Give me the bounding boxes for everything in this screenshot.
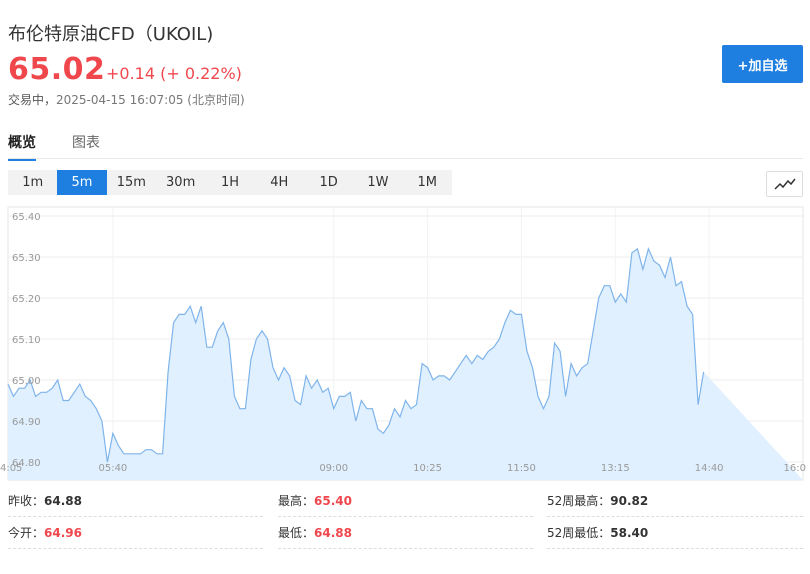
x-tick-label: 11:50: [507, 463, 536, 474]
price-change: +0.14 (+ 0.22%): [106, 64, 242, 83]
last-price: 65.02: [8, 52, 106, 87]
tab-bar: 概览 图表: [8, 128, 803, 161]
x-tick-label: 13:15: [601, 463, 630, 474]
x-tick-label: 09:00: [319, 463, 348, 474]
period-1d[interactable]: 1D: [304, 170, 353, 195]
period-selector: 1m 5m 15m 30m 1H 4H 1D 1W 1M: [8, 170, 452, 195]
period-4h[interactable]: 4H: [255, 170, 304, 195]
period-5m[interactable]: 5m: [57, 170, 107, 195]
trading-status: 交易中，2025-04-15 16:07:05 (北京时间): [8, 91, 245, 108]
period-15m[interactable]: 15m: [107, 170, 156, 195]
period-1w[interactable]: 1W: [353, 170, 402, 195]
stat-label: 今开：: [8, 526, 45, 540]
y-tick-label: 65.40: [12, 212, 41, 223]
x-tick-label: 10:25: [413, 463, 442, 474]
stat-low: 最低：64.88: [278, 518, 533, 549]
period-1h[interactable]: 1H: [205, 170, 254, 195]
stat-value: 64.88: [44, 494, 82, 508]
stat-label: 52周最低：: [547, 526, 611, 540]
stat-value: 58.40: [610, 526, 649, 540]
y-tick-label: 65.00: [12, 376, 41, 387]
status-label: 交易中，: [8, 93, 57, 107]
y-tick-label: 65.10: [12, 335, 41, 346]
x-tick-label: 14:40: [695, 463, 724, 474]
period-1mo[interactable]: 1M: [403, 170, 452, 195]
tab-overview[interactable]: 概览: [8, 132, 36, 161]
x-tick-label: 05:40: [98, 463, 127, 474]
period-30m[interactable]: 30m: [156, 170, 205, 195]
y-tick-label: 65.30: [12, 253, 41, 264]
price-chart[interactable]: 65.4065.3065.2065.1065.0064.9064.8004:05…: [0, 205, 810, 481]
stat-high: 最高：65.40: [278, 486, 533, 517]
stat-52w-low: 52周最低：58.40: [547, 518, 803, 549]
stat-value: 64.88: [314, 526, 352, 540]
y-tick-label: 65.20: [12, 294, 41, 305]
line-chart-icon: [773, 178, 796, 190]
stat-value: 64.96: [44, 526, 82, 540]
stat-label: 最高：: [278, 494, 315, 508]
stat-prev-close: 昨收：64.88: [8, 486, 263, 517]
stat-value: 65.40: [314, 494, 352, 508]
timestamp: 2025-04-15 16:07:05: [56, 93, 184, 107]
x-tick-label: 16:0: [784, 463, 806, 474]
tab-chart[interactable]: 图表: [72, 132, 100, 159]
y-tick-label: 64.90: [12, 417, 41, 428]
stat-label: 52周最高：: [547, 494, 611, 508]
stat-open: 今开：64.96: [8, 518, 263, 549]
stat-label: 昨收：: [8, 494, 45, 508]
chart-type-toggle[interactable]: [766, 171, 803, 197]
stat-label: 最低：: [278, 526, 315, 540]
timezone-label: (北京时间): [187, 93, 245, 107]
stat-value: 90.82: [610, 494, 649, 508]
x-tick-label: 04:05: [0, 463, 22, 474]
stat-52w-high: 52周最高：90.82: [547, 486, 803, 517]
add-watchlist-button[interactable]: +加自选: [722, 45, 803, 83]
page-title: 布伦特原油CFD（UKOIL): [8, 24, 214, 45]
period-1m[interactable]: 1m: [8, 170, 57, 195]
